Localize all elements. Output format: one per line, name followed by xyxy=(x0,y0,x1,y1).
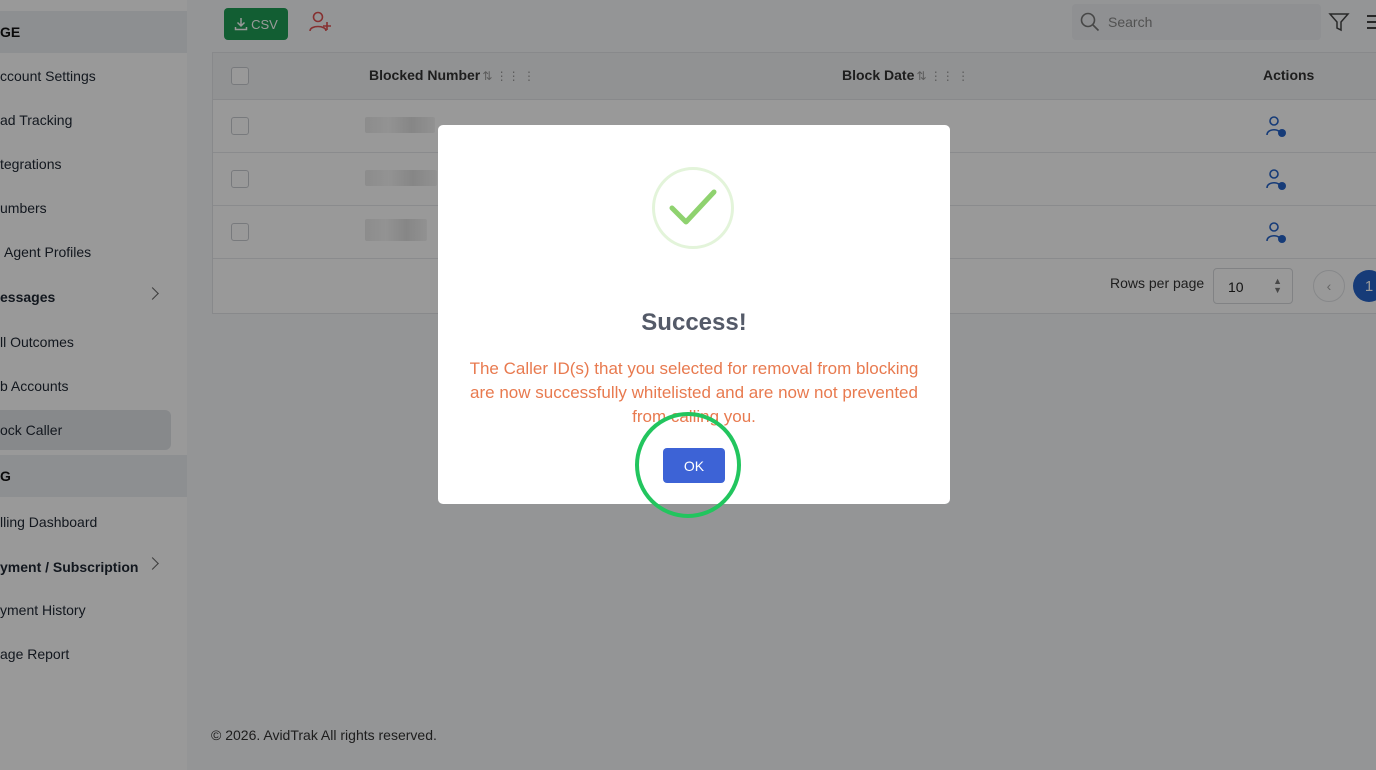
dialog-title: Success! xyxy=(641,309,747,336)
success-check-icon xyxy=(652,167,734,249)
click-highlight-ring xyxy=(635,412,741,518)
